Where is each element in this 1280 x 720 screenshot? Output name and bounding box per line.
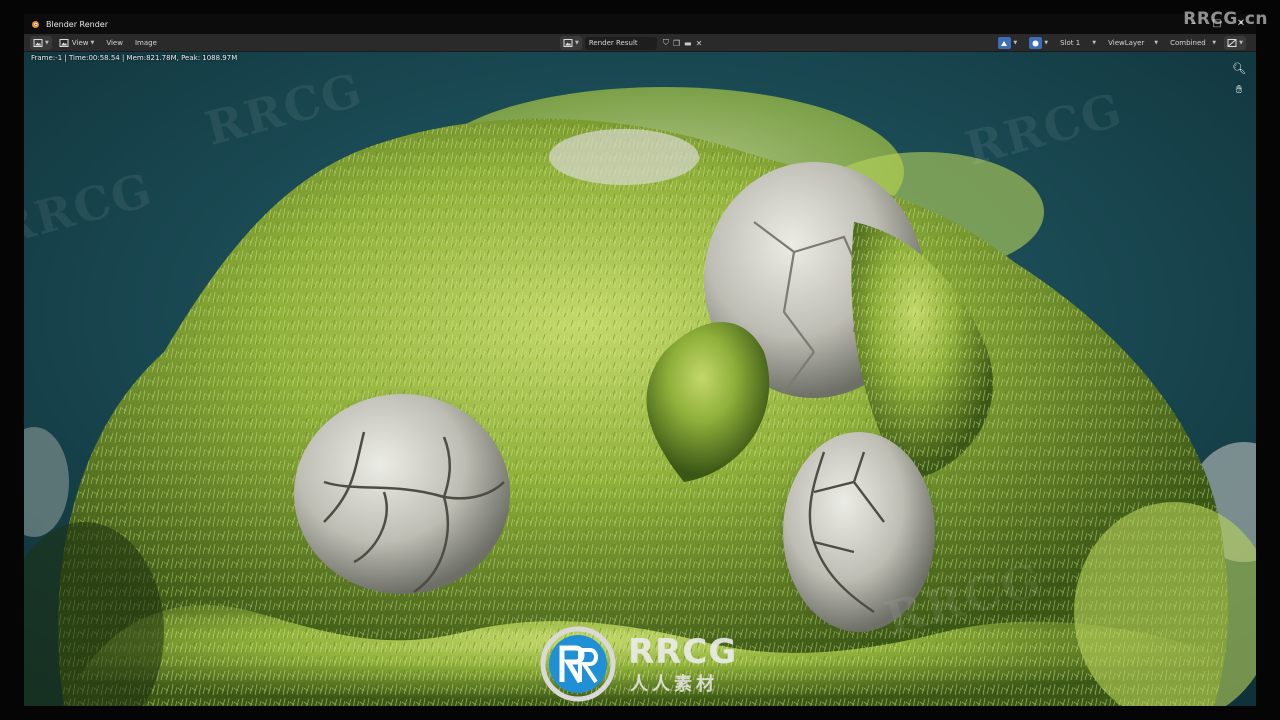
render-result-field[interactable]: Render Result: [584, 36, 657, 50]
rrcg-logo: RRCG 人人素材: [540, 626, 740, 706]
chevron-down-icon: ▼: [1092, 40, 1097, 46]
image-browse-icon: [563, 39, 573, 47]
zoom-icon[interactable]: 🔍︎: [1232, 62, 1246, 75]
blender-render-window: Blender Render – □ ✕ ▼ View ▼ View Image: [0, 0, 1280, 720]
render-result-label: Render Result: [588, 39, 638, 47]
chevron-down-icon: ▼: [1044, 40, 1049, 46]
channels-menu-button[interactable]: ▼: [1224, 36, 1246, 50]
stone-left: [291, 387, 511, 597]
browse-image-button[interactable]: ▼: [560, 36, 582, 50]
view-mode-label: View: [71, 38, 89, 47]
view-layer-dropdown[interactable]: ViewLayer ▼: [1104, 37, 1162, 50]
open-folder-icon[interactable]: ▬: [684, 39, 692, 48]
chevron-down-icon: ▼: [575, 40, 579, 46]
slot-label: Slot 1: [1060, 39, 1081, 47]
stone-lower-right: [774, 429, 944, 639]
display-mode-icon: [998, 37, 1012, 49]
scope-overlay-dropdown[interactable]: ▼: [1025, 37, 1052, 50]
render-stats: Frame:-1 | Time:00:58.54 | Mem:821.78M, …: [31, 54, 238, 62]
view-mode-dropdown[interactable]: View ▼: [56, 36, 97, 50]
render-pass-dropdown[interactable]: Combined ▼: [1166, 37, 1220, 50]
render-viewport[interactable]: Frame:-1 | Time:00:58.54 | Mem:821.78M, …: [24, 52, 1256, 706]
view-layer-label: ViewLayer: [1108, 39, 1145, 47]
image-editor-header: ▼ View ▼ View Image ▼ Render Result ⛉ ❐ …: [24, 34, 1256, 52]
menu-view[interactable]: View: [103, 36, 126, 50]
title-bar: Blender Render – □ ✕: [24, 14, 1256, 34]
new-image-icon[interactable]: ❐: [673, 39, 680, 48]
slot-dropdown[interactable]: Slot 1 ▼: [1056, 37, 1100, 50]
window-title: Blender Render: [46, 19, 109, 29]
logo-subtitle: 人人素材: [630, 674, 718, 695]
render-result-image: [24, 52, 1256, 706]
unlink-x-icon[interactable]: ✕: [696, 39, 703, 48]
image-view-icon: [59, 38, 69, 47]
chevron-down-icon: ▼: [1212, 40, 1217, 46]
corner-watermark: RRCG.cn: [1183, 9, 1268, 29]
pan-hand-icon[interactable]: ✋︎: [1232, 83, 1246, 97]
logo-text: RRCG: [628, 632, 738, 672]
display-channels-dropdown[interactable]: ▼: [994, 37, 1021, 50]
overlay-icon: [1029, 37, 1043, 49]
render-pass-label: Combined: [1170, 39, 1206, 47]
editor-type-button[interactable]: ▼: [30, 35, 52, 50]
chevron-down-icon: ▼: [1239, 40, 1243, 46]
chevron-down-icon: ▼: [1154, 40, 1159, 46]
menu-image[interactable]: Image: [132, 36, 160, 50]
image-datablock-group: ▼ Render Result ⛉ ❐ ▬ ✕: [560, 36, 704, 50]
blender-logo-icon: [32, 21, 39, 28]
image-editor-icon: [33, 38, 43, 47]
chevron-down-icon: ▼: [45, 39, 49, 46]
viewport-nav-tools: 🔍︎ ✋︎: [1232, 62, 1246, 97]
header-right-group: ▼ ▼ Slot 1 ▼ ViewLayer ▼ Combined ▼ ▼: [994, 36, 1246, 50]
chevron-down-icon: ▼: [90, 39, 95, 46]
fake-user-shield-icon[interactable]: ⛉: [663, 38, 669, 48]
display-channels-icon: [1227, 39, 1237, 47]
rrcg-logo-icon: [540, 626, 616, 702]
chevron-down-icon: ▼: [1013, 40, 1018, 46]
